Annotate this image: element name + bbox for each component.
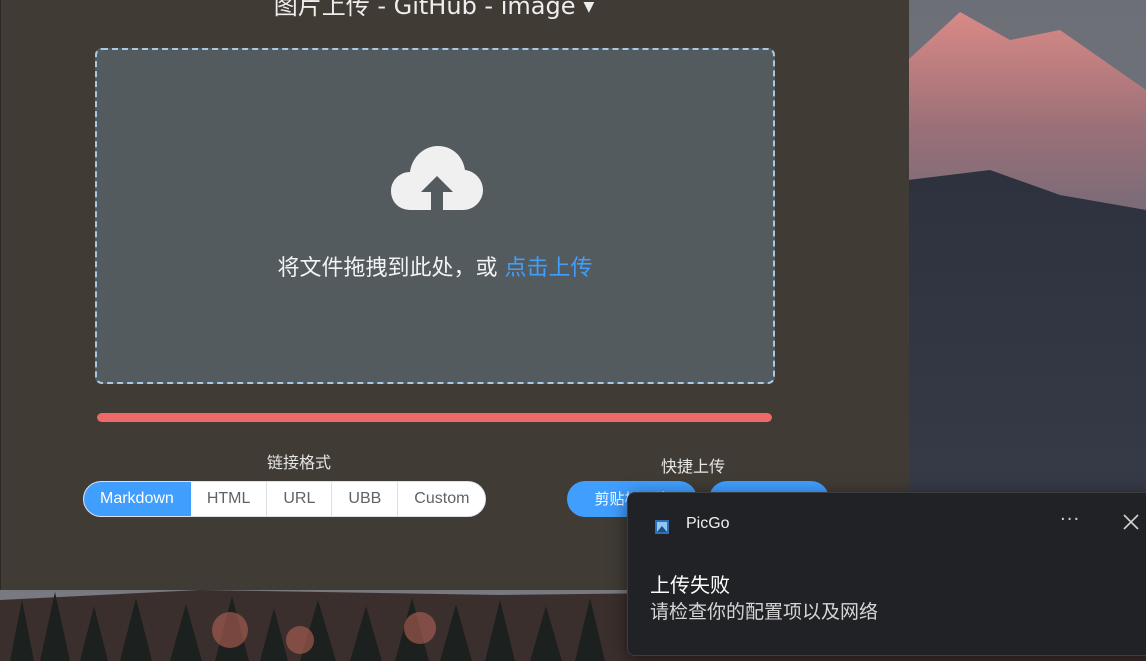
picgo-app-icon xyxy=(655,520,669,534)
page-title-text: 图片上传 - GitHub - image xyxy=(273,0,576,20)
chevron-down-icon[interactable]: ▼ xyxy=(583,0,594,15)
format-option-html[interactable]: HTML xyxy=(190,482,268,516)
format-option-custom[interactable]: Custom xyxy=(398,482,486,516)
cloud-upload-icon xyxy=(391,146,483,210)
notification-app-name: PicGo xyxy=(686,515,730,532)
upload-progress-fill xyxy=(97,413,772,422)
upload-failed-notification[interactable]: PicGo ··· 上传失败 请检查你的配置项以及网络 xyxy=(627,492,1146,656)
close-icon[interactable] xyxy=(1122,513,1140,531)
dropzone-text: 将文件拖拽到此处，或 点击上传 xyxy=(97,250,773,282)
dropzone-hint: 将文件拖拽到此处，或 xyxy=(277,256,505,281)
page-title[interactable]: 图片上传 - GitHub - image ▼ xyxy=(1,0,867,21)
upload-dropzone[interactable]: 将文件拖拽到此处，或 点击上传 xyxy=(95,48,775,384)
click-upload-link[interactable]: 点击上传 xyxy=(504,256,592,281)
notification-message: 请检查你的配置项以及网络 xyxy=(650,601,879,623)
link-format-label: 链接格式 xyxy=(267,453,332,472)
notification-title: 上传失败 xyxy=(650,573,730,597)
format-option-markdown[interactable]: Markdown xyxy=(84,482,191,516)
link-format-selector: Markdown HTML URL UBB Custom xyxy=(83,481,487,517)
format-option-ubb[interactable]: UBB xyxy=(332,482,399,516)
format-option-url[interactable]: URL xyxy=(267,482,333,516)
upload-progress-bar xyxy=(97,413,772,422)
ellipsis-icon[interactable]: ··· xyxy=(1060,509,1080,530)
quick-upload-label: 快捷上传 xyxy=(661,457,726,476)
